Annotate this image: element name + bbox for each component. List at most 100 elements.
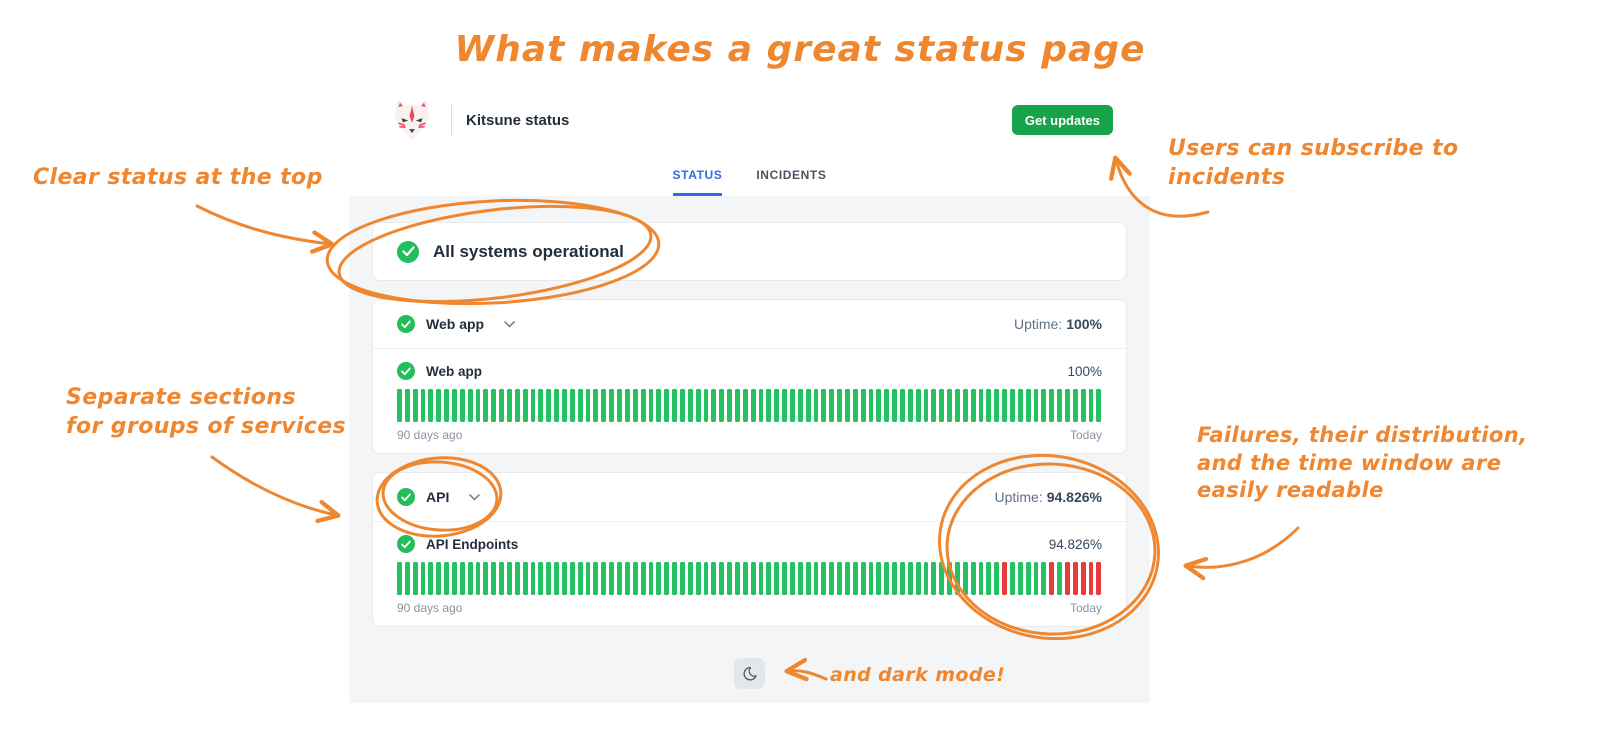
uptime-bar-up: [569, 389, 575, 422]
group-card-api: API Uptime: 94.826% API Endpoints 94.826%: [372, 472, 1127, 627]
moon-icon: [743, 666, 757, 681]
uptime-bar-up: [617, 389, 622, 422]
uptime-bar-up: [467, 562, 473, 595]
uptime-bar-up: [742, 389, 748, 422]
uptime-bar-up: [412, 389, 418, 422]
uptime-bar-up: [632, 389, 638, 422]
brand-divider: [451, 105, 452, 135]
uptime-bar-up: [986, 389, 992, 422]
uptime-bar-up: [1017, 389, 1023, 422]
uptime-bar-down: [1049, 562, 1055, 595]
uptime-bar-up: [695, 389, 701, 422]
uptime-bar-up: [734, 389, 740, 422]
uptime-bar-up: [852, 389, 858, 422]
dark-mode-toggle[interactable]: [734, 658, 765, 689]
uptime-bar-up: [805, 389, 811, 422]
uptime-bar-up: [491, 389, 497, 422]
uptime-bar-up: [915, 389, 921, 422]
uptime-bar-up: [789, 562, 795, 595]
annotation-failures: Failures, their distribution, and the ti…: [1197, 422, 1527, 505]
uptime-bar-up: [1049, 389, 1055, 422]
chevron-down-icon[interactable]: [469, 493, 481, 501]
uptime-bar-up: [444, 389, 450, 422]
uptime-bar-up: [1057, 562, 1063, 595]
check-circle-icon: [397, 315, 415, 333]
uptime-bar-up: [970, 389, 976, 422]
uptime-bar-up: [923, 389, 929, 422]
group-name: Web app: [426, 316, 485, 332]
uptime-bar-up: [679, 389, 685, 422]
uptime-bar-up: [412, 562, 418, 595]
uptime-bar-up: [624, 562, 630, 595]
uptime-bar-up: [907, 389, 913, 422]
uptime-bar-up: [1033, 389, 1039, 422]
uptime-bar-up: [1080, 389, 1086, 422]
uptime-bar-up: [679, 562, 685, 595]
uptime-bar-up: [499, 389, 505, 422]
group-header-web-app[interactable]: Web app Uptime: 100%: [373, 300, 1126, 349]
uptime-bar-up: [789, 389, 795, 422]
uptime-bar-up: [782, 389, 787, 422]
uptime-bar-up: [672, 562, 677, 595]
uptime-bar-up: [868, 389, 874, 422]
uptime-bar-up: [711, 389, 717, 422]
uptime-bar-down: [1072, 562, 1078, 595]
check-circle-icon: [397, 240, 419, 263]
annotation-arrow-failures: [1183, 526, 1300, 581]
uptime-bar-up: [703, 562, 709, 595]
uptime-bar-up: [672, 389, 677, 422]
uptime-bar-up: [1041, 389, 1047, 422]
uptime-bar-up: [852, 562, 858, 595]
chevron-down-icon[interactable]: [504, 320, 515, 328]
uptime-bar-up: [1065, 389, 1070, 422]
annotation-arrow-sections: [210, 455, 341, 524]
uptime-bar-up: [624, 389, 630, 422]
uptime-bar-up: [876, 562, 882, 595]
check-circle-icon: [397, 488, 415, 506]
uptime-bar-up: [436, 389, 442, 422]
uptime-bar-up: [522, 389, 528, 422]
uptime-bar-up: [483, 389, 489, 422]
uptime-bar-up: [884, 389, 890, 422]
uptime-bar-up: [994, 389, 1000, 422]
uptime-bar-up: [876, 389, 882, 422]
group-uptime-value: 94.826%: [1046, 489, 1102, 505]
uptime-bar-up: [978, 562, 984, 595]
uptime-bar-up: [593, 562, 599, 595]
uptime-bar-up: [907, 562, 913, 595]
group-header-api[interactable]: API Uptime: 94.826%: [373, 473, 1126, 522]
uptime-bar-up: [656, 562, 662, 595]
tab-status[interactable]: STATUS: [672, 168, 723, 196]
uptime-bar-up: [782, 562, 787, 595]
uptime-bar-up: [915, 562, 921, 595]
uptime-bar-up: [750, 389, 756, 422]
uptime-bar-up: [483, 562, 489, 595]
uptime-bar-up: [868, 562, 874, 595]
annotation-line: Failures, their distribution,: [1197, 423, 1528, 447]
uptime-bar-up: [577, 389, 583, 422]
uptime-bar-up: [530, 562, 536, 595]
uptime-bar-up: [459, 389, 465, 422]
uptime-bar-up: [727, 562, 732, 595]
uptime-bar-up: [1002, 389, 1008, 422]
uptime-bar-up: [530, 389, 536, 422]
status-panel: All systems operational Web app Uptime: 1…: [349, 196, 1150, 703]
uptime-bar-up: [727, 389, 732, 422]
group-uptime: Uptime: 100%: [1014, 316, 1102, 332]
uptime-bar-up: [978, 389, 984, 422]
uptime-bar-up: [829, 389, 835, 422]
group-uptime-label: Uptime:: [994, 489, 1043, 505]
annotation-arrow-clear-status: [195, 204, 335, 254]
uptime-bar-up: [397, 562, 402, 595]
annotation-sections: Separate sections for groups of services: [66, 383, 346, 441]
uptime-bar-up: [687, 562, 693, 595]
uptime-bar-up: [939, 562, 945, 595]
uptime-bar-up: [900, 389, 905, 422]
service-name: Web app: [426, 363, 483, 379]
annotation-subscribe: Users can subscribe to incidents: [1168, 134, 1458, 192]
get-updates-button[interactable]: Get updates: [1011, 105, 1113, 135]
tab-incidents[interactable]: INCIDENTS: [756, 168, 826, 196]
annotation-clear-status: Clear status at the top: [33, 163, 323, 192]
uptime-bar-up: [436, 562, 442, 595]
uptime-bar-up: [758, 389, 764, 422]
